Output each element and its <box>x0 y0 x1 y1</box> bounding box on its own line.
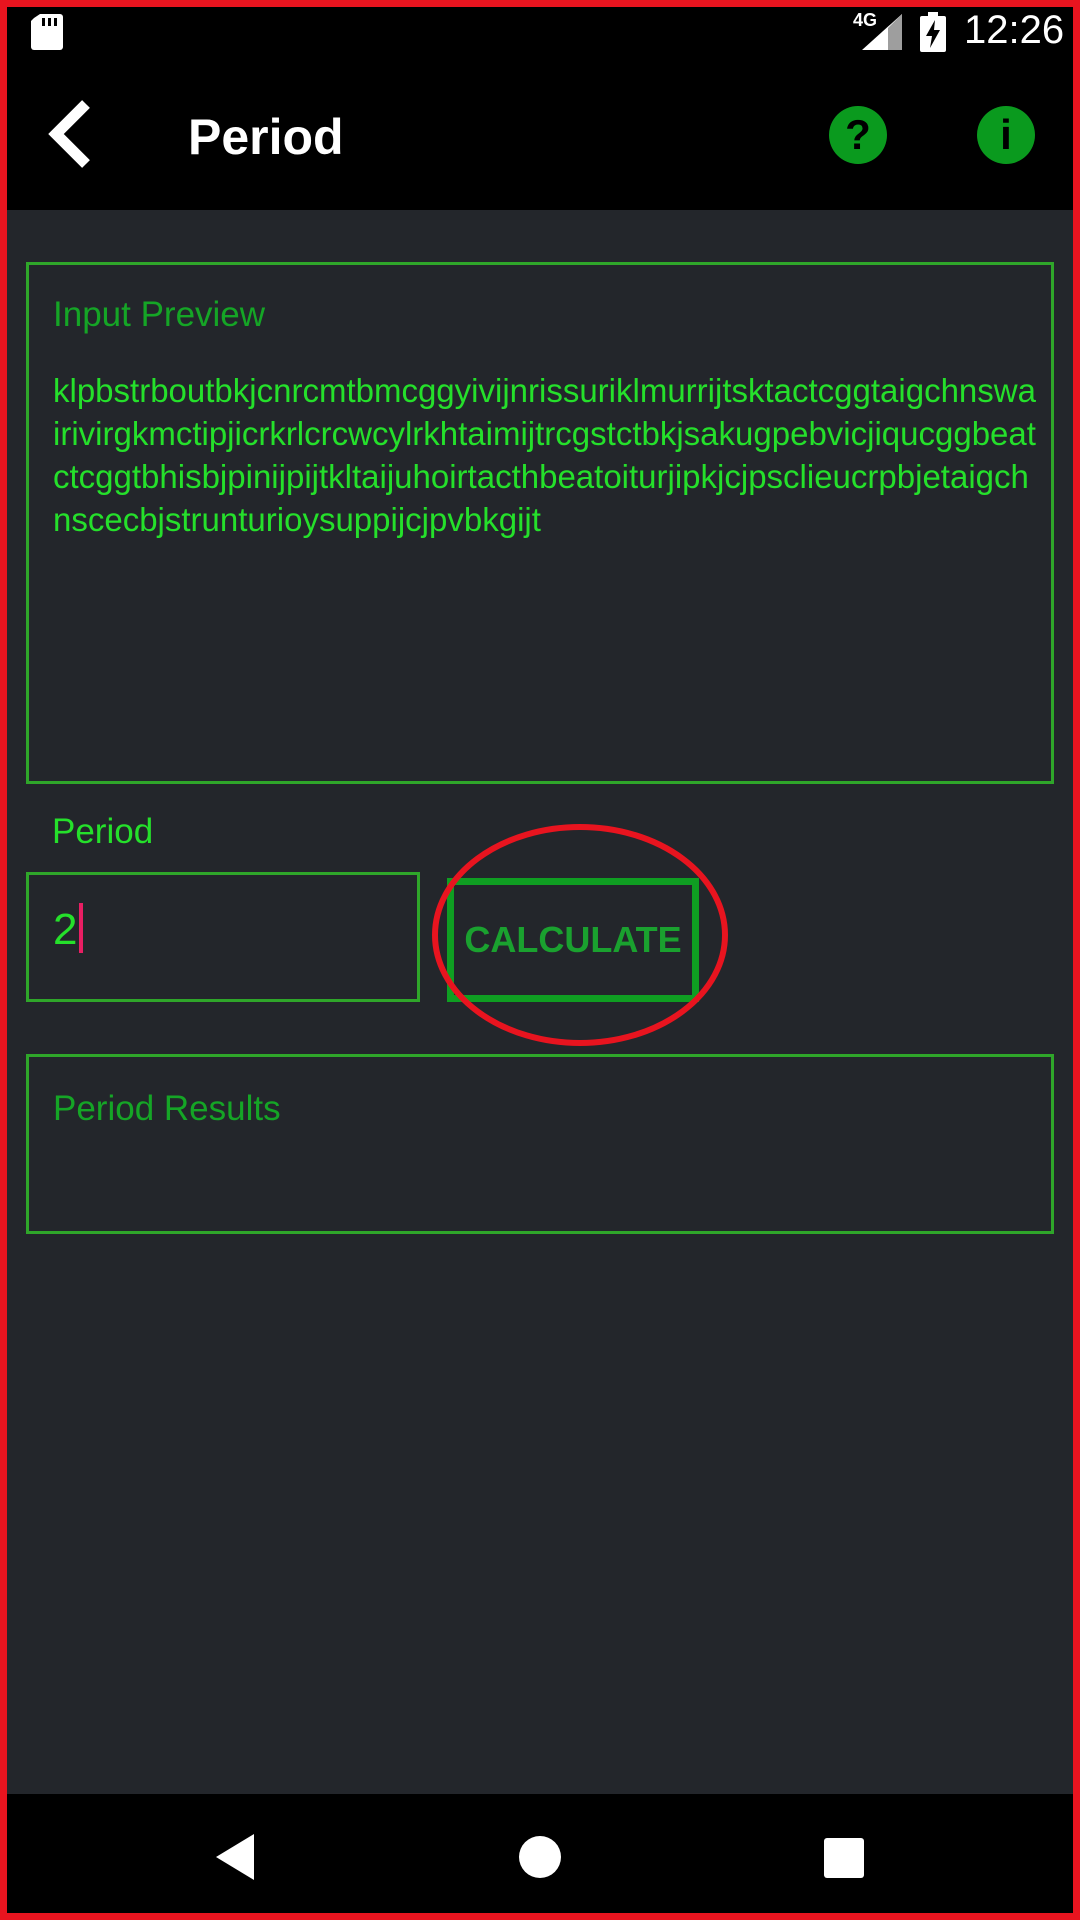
calculate-button[interactable]: CALCULATE <box>447 878 699 1002</box>
period-label: Period <box>52 812 154 851</box>
period-input[interactable]: 2 <box>26 872 420 1002</box>
battery-charging-icon <box>920 12 946 52</box>
signal-icon <box>862 14 902 50</box>
status-bar: 4G 12:26 <box>0 0 1080 64</box>
back-arrow-icon[interactable] <box>40 96 110 172</box>
period-value-text: 2 <box>53 905 78 954</box>
period-results-label: Period Results <box>53 1089 281 1128</box>
input-preview-panel: Input Preview klpbstrboutbkjcnrcmtbmcggy… <box>26 262 1054 784</box>
status-time: 12:26 <box>964 8 1065 52</box>
input-preview-label: Input Preview <box>53 295 266 334</box>
info-icon[interactable]: i <box>977 106 1035 164</box>
sd-card-icon <box>31 14 63 50</box>
navigation-bar <box>0 1794 1080 1920</box>
period-input-value: 2 <box>53 903 84 957</box>
input-preview-text: klpbstrboutbkjcnrcmtbmcggyivijnrissurikl… <box>53 372 1036 538</box>
help-icon[interactable]: ? <box>829 106 887 164</box>
period-results-panel: Period Results <box>26 1054 1054 1234</box>
page-title: Period <box>188 109 344 165</box>
nav-recents-icon[interactable] <box>824 1838 864 1878</box>
nav-back-icon[interactable] <box>214 1832 258 1882</box>
nav-home-icon[interactable] <box>519 1836 561 1878</box>
app-bar: Period ? i <box>0 64 1080 210</box>
text-cursor <box>79 903 84 954</box>
